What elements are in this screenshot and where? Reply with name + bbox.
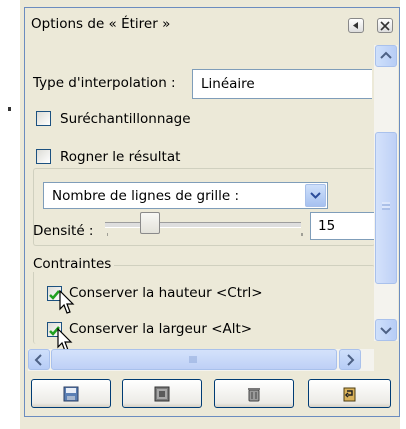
chevron-left-icon bbox=[34, 354, 42, 366]
chevron-right-icon bbox=[347, 354, 355, 366]
save-options-icon bbox=[63, 386, 79, 402]
density-label: Densité : bbox=[33, 223, 94, 239]
horizontal-scroll-thumb[interactable] bbox=[51, 349, 337, 370]
density-slider-track[interactable] bbox=[105, 222, 301, 228]
scroll-up-button[interactable] bbox=[375, 45, 397, 67]
dialog-menu-button[interactable] bbox=[348, 18, 364, 33]
keep-height-label: Conserver la hauteur <Ctrl> bbox=[69, 285, 263, 301]
save-options-button[interactable] bbox=[31, 379, 111, 408]
edge-marker bbox=[8, 107, 11, 111]
dialog-close-button[interactable] bbox=[377, 18, 393, 33]
restore-options-icon bbox=[154, 386, 170, 402]
chevron-down-icon bbox=[380, 327, 392, 335]
delete-options-button[interactable] bbox=[214, 379, 294, 408]
horizontal-scrollbar[interactable] bbox=[28, 349, 374, 371]
clip-result-checkbox[interactable] bbox=[36, 149, 51, 164]
chevron-down-icon[interactable] bbox=[305, 184, 326, 207]
grip-icon bbox=[189, 356, 197, 363]
slider-ticks bbox=[107, 233, 303, 236]
supersampling-checkbox[interactable] bbox=[36, 111, 51, 126]
trash-icon bbox=[248, 388, 260, 402]
window-frame: Options de « Étirer » Type d'interpolati… bbox=[20, 0, 400, 429]
tool-options-dialog: Options de « Étirer » Type d'interpolati… bbox=[24, 7, 400, 417]
scroll-right-button[interactable] bbox=[339, 349, 361, 370]
restore-options-button[interactable] bbox=[122, 379, 202, 408]
close-icon bbox=[380, 21, 390, 31]
grip-icon bbox=[382, 202, 390, 210]
dialog-title: Options de « Étirer » bbox=[31, 16, 171, 32]
vertical-scrollbar[interactable] bbox=[374, 45, 398, 341]
mouse-cursor-icon bbox=[59, 290, 75, 314]
scroll-down-button[interactable] bbox=[375, 319, 397, 341]
reset-options-button[interactable] bbox=[308, 379, 391, 408]
scroll-left-button[interactable] bbox=[28, 349, 50, 370]
grid-mode-value: Nombre de lignes de grille : bbox=[52, 188, 240, 204]
supersampling-label: Suréchantillonnage bbox=[60, 111, 191, 127]
options-panel: Type d'interpolation : Linéaire Suréchan… bbox=[28, 45, 375, 352]
density-input[interactable]: 15 bbox=[310, 212, 374, 240]
triangle-left-icon bbox=[353, 22, 358, 29]
keep-width-label: Conserver la largeur <Alt> bbox=[69, 321, 253, 337]
density-value: 15 bbox=[318, 218, 336, 234]
interpolation-value: Linéaire bbox=[201, 76, 255, 92]
reset-options-icon bbox=[343, 387, 355, 402]
interpolation-select[interactable]: Linéaire bbox=[192, 69, 372, 99]
constraints-title: Contraintes bbox=[33, 256, 115, 272]
density-slider-thumb[interactable] bbox=[140, 212, 161, 234]
dialog-titlebar: Options de « Étirer » bbox=[25, 8, 399, 40]
grid-mode-select[interactable]: Nombre de lignes de grille : bbox=[43, 182, 328, 209]
scroll-thumb[interactable] bbox=[375, 132, 397, 284]
chevron-up-icon bbox=[380, 51, 392, 59]
clip-result-label: Rogner le résultat bbox=[60, 149, 181, 165]
interpolation-label: Type d'interpolation : bbox=[33, 75, 176, 91]
